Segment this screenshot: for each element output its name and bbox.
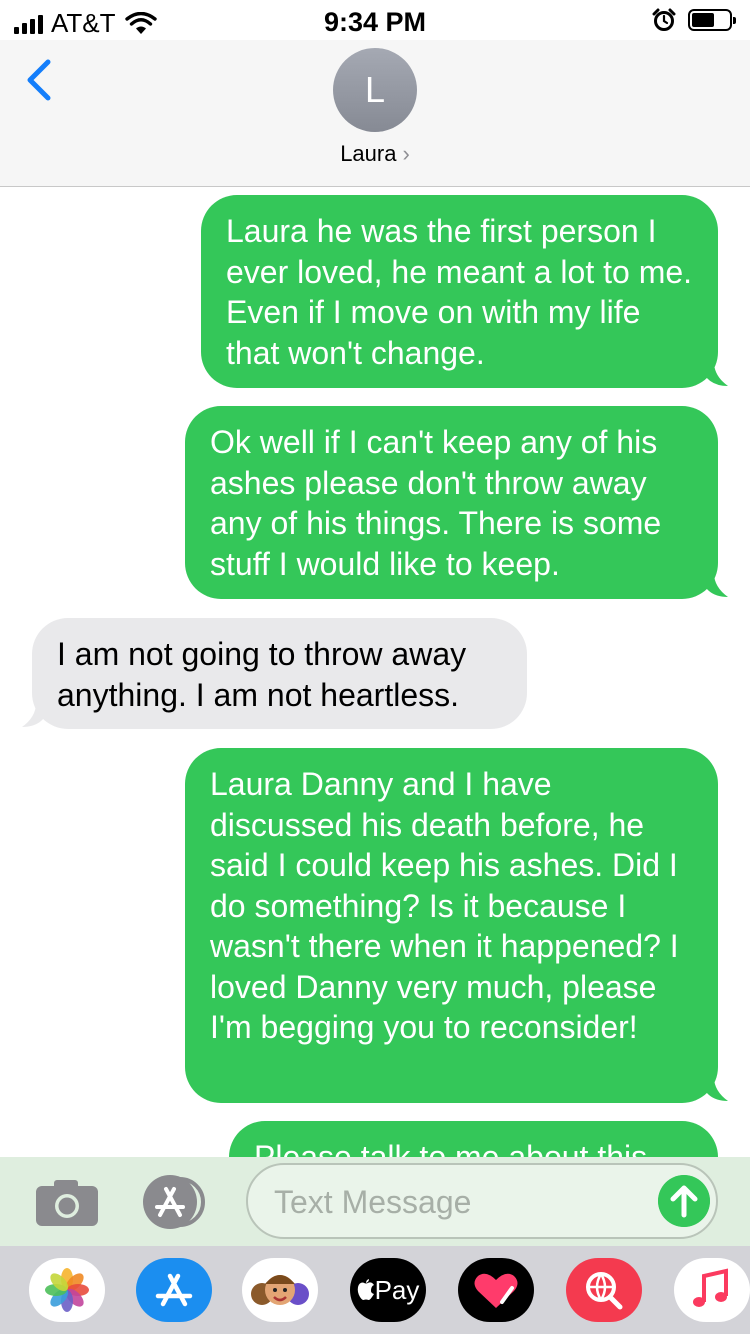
- message-text: Please talk to me about this.: [254, 1139, 656, 1157]
- contact-avatar[interactable]: L: [333, 48, 417, 132]
- app-store-icon[interactable]: [140, 1175, 212, 1229]
- apple-logo-icon: [357, 1279, 374, 1300]
- compose-bar: [0, 1157, 750, 1246]
- apple-pay-icon[interactable]: Pay: [350, 1258, 426, 1322]
- status-right: [652, 8, 736, 32]
- battery-fill: [692, 13, 714, 27]
- music-icon[interactable]: [674, 1258, 750, 1322]
- conversation-header: L Laura ›: [0, 40, 750, 187]
- message-text: Laura he was the first person I ever lov…: [226, 213, 693, 371]
- status-time: 9:34 PM: [323, 7, 427, 37]
- message-field: [246, 1163, 718, 1239]
- photos-icon[interactable]: [29, 1258, 105, 1322]
- contact-name: Laura: [340, 141, 397, 166]
- camera-icon[interactable]: [36, 1178, 98, 1226]
- apple-pay-label: Pay: [374, 1275, 420, 1305]
- web-search-icon[interactable]: [566, 1258, 642, 1322]
- message-input[interactable]: [272, 1181, 646, 1223]
- alarm-icon: [652, 8, 676, 31]
- contact-name-button[interactable]: Laura ›: [0, 141, 750, 167]
- message-bubble-sent[interactable]: Laura Danny and I have discussed his dea…: [185, 748, 728, 1103]
- send-arrow-icon[interactable]: [658, 1175, 710, 1227]
- battery-icon: [688, 9, 736, 31]
- chevron-left-icon[interactable]: [20, 58, 60, 102]
- message-bubble-sent[interactable]: Ok well if I can't keep any of his ashes…: [185, 406, 728, 599]
- message-bubble-sent[interactable]: Laura he was the first person I ever lov…: [201, 195, 728, 388]
- app-drawer: Pay: [0, 1246, 750, 1334]
- message-bubble-sent[interactable]: Please talk to me about this.: [229, 1121, 718, 1157]
- message-list[interactable]: Laura he was the first person I ever lov…: [0, 187, 750, 1157]
- digital-touch-icon[interactable]: [458, 1258, 534, 1322]
- message-text: I am not going to throw away anything. I…: [57, 636, 467, 713]
- memoji-icon[interactable]: [242, 1258, 318, 1322]
- status-bar: AT&T 9:34 PM: [0, 0, 750, 40]
- app-store-icon[interactable]: [136, 1258, 212, 1322]
- message-text: Ok well if I can't keep any of his ashes…: [210, 424, 662, 582]
- chevron-right-icon: ›: [402, 141, 410, 166]
- message-bubble-received[interactable]: I am not going to throw away anything. I…: [22, 618, 527, 729]
- message-text: Laura Danny and I have discussed his dea…: [210, 766, 679, 1045]
